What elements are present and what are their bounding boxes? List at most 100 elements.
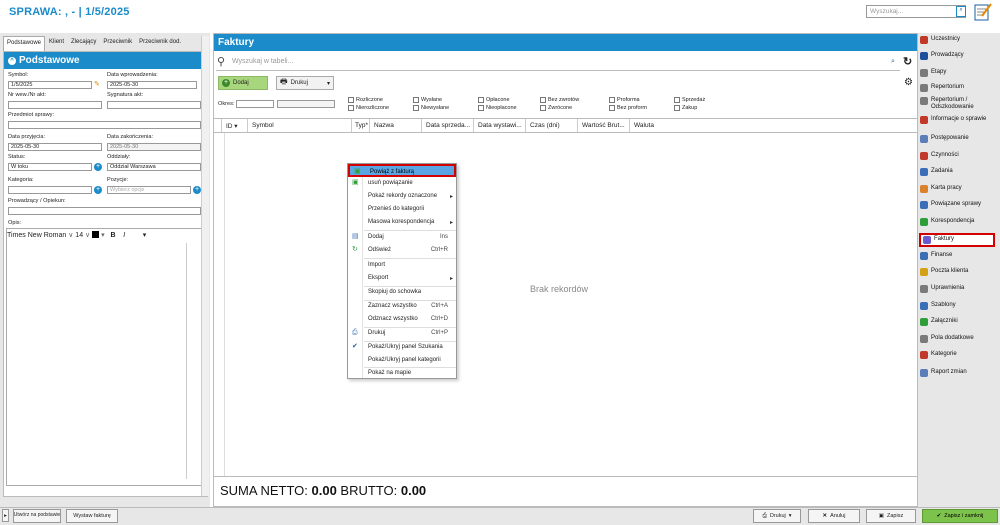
filter-nierozliczone[interactable]: Nierozliczone: [348, 105, 389, 111]
table-search-input[interactable]: Wyszukaj w tabeli...: [232, 58, 293, 65]
col-nazwa[interactable]: Nazwa: [370, 119, 422, 132]
nav-item-informacje-o-sprawie[interactable]: Informacje o sprawie: [920, 116, 1000, 124]
sygnatura-input[interactable]: [107, 101, 201, 109]
issue-invoice-button[interactable]: Wystaw fakturę: [66, 509, 118, 523]
nr-wew-input[interactable]: [8, 101, 102, 109]
filter-bez-proform[interactable]: Bez proform: [609, 105, 647, 111]
nav-item-repertorium[interactable]: Repertorium: [920, 84, 1000, 92]
okres-select[interactable]: [236, 100, 274, 108]
italic-button[interactable]: I: [123, 232, 125, 239]
nav-item-korespondencja[interactable]: Korespondencja: [920, 218, 1000, 226]
col-data-sprzedazy[interactable]: Data sprzeda...: [422, 119, 474, 132]
filter-proforma[interactable]: Proforma: [609, 97, 647, 103]
nav-item-finanse[interactable]: Finanse: [920, 252, 1000, 260]
menu-item-zaznacz[interactable]: Zaznacz wszystko Ctrl+A: [348, 300, 456, 313]
nav-item-pola-dodatkowe[interactable]: Pola dodatkowe: [920, 335, 1000, 343]
menu-item-import[interactable]: Import: [348, 259, 456, 272]
nav-item-uczestnicy[interactable]: Uczestnicy: [920, 36, 1000, 44]
print-bottom-button[interactable]: ⎙ Drukuj ▾: [753, 509, 801, 523]
filter-zakup[interactable]: Zakup: [674, 105, 705, 111]
status-select[interactable]: W toku: [8, 163, 92, 171]
tab-zlecajacy[interactable]: Zlecający: [68, 36, 100, 51]
filter-zwrocone[interactable]: Zwrócone: [540, 105, 579, 111]
left-scrollbar[interactable]: [201, 36, 209, 496]
add-button[interactable]: + Dodaj: [218, 76, 268, 90]
data-wprowadzenia-field[interactable]: 2025-05-30: [107, 81, 197, 89]
menu-item-pokaz-na-mapie[interactable]: Pokaż na mapie: [348, 367, 456, 380]
filter-oplacone[interactable]: Opłacone: [478, 97, 517, 103]
section-header[interactable]: ^ Podstawowe: [4, 52, 207, 69]
nav-item-uprawnienia[interactable]: Uprawnienia: [920, 285, 1000, 293]
col-id[interactable]: ID ▾: [222, 119, 248, 132]
nav-item-poczta-klienta[interactable]: Poczta klienta: [920, 268, 1000, 276]
filter-sprzedaz[interactable]: Sprzedaż: [674, 97, 705, 103]
menu-item-drukuj[interactable]: ⎙ Drukuj Ctrl+P: [348, 327, 456, 340]
tab-klient[interactable]: Klient: [46, 36, 68, 51]
gear-icon[interactable]: ⚙: [904, 77, 913, 88]
menu-item-przenies[interactable]: Przenieś do kategorii: [348, 203, 456, 216]
menu-item-odznacz[interactable]: Odznacz wszystko Ctrl+D: [348, 313, 456, 326]
save-close-button[interactable]: ✔ Zapisz i zamknij: [922, 509, 998, 523]
menu-item-usun-powiazanie[interactable]: ▣ usuń powiązanie: [348, 177, 456, 190]
menu-item-dodaj[interactable]: ▤ Dodaj Ins: [348, 231, 456, 244]
okres-range-select[interactable]: [277, 100, 335, 108]
nav-item-powiązane-sprawy[interactable]: Powiązane sprawy: [920, 201, 1000, 209]
nav-item-faktury[interactable]: Faktury: [919, 233, 995, 247]
menu-item-pokaz-oznaczone[interactable]: Pokaż rekordy oznaczone ▸: [348, 190, 456, 203]
symbol-select[interactable]: 1/5/2025: [8, 81, 92, 89]
col-wartosc-brutto[interactable]: Wartość Brut...: [578, 119, 630, 132]
tab-podstawowe[interactable]: Podstawowe: [3, 36, 46, 51]
prowadzacy-select[interactable]: [8, 207, 201, 215]
add-status-icon[interactable]: +: [94, 163, 102, 171]
cancel-button[interactable]: ✕ Anuluj: [808, 509, 860, 523]
kategoria-select[interactable]: [8, 186, 92, 194]
menu-item-odswiez[interactable]: ↻ Odśwież Ctrl+R: [348, 244, 456, 257]
menu-item-eksport[interactable]: Eksport ▸: [348, 272, 456, 285]
col-czas[interactable]: Czas (dni): [526, 119, 578, 132]
search-icon[interactable]: ⌕: [956, 6, 966, 17]
add-kategoria-icon[interactable]: +: [94, 186, 102, 194]
col-symbol[interactable]: Symbol: [248, 119, 352, 132]
nav-item-raport-zmian[interactable]: Raport zmian: [920, 369, 1000, 377]
bold-button[interactable]: B: [110, 232, 115, 239]
color-picker[interactable]: [92, 231, 100, 238]
create-from-button[interactable]: Utwórz na podstawie: [13, 509, 61, 523]
refresh-icon[interactable]: ↻: [903, 55, 912, 68]
tab-przeciwnik[interactable]: Przeciwnik: [100, 36, 136, 51]
filter-niewyslane[interactable]: Niewysłane: [413, 105, 449, 111]
data-zakonczenia-field[interactable]: 2025-05-30: [107, 143, 201, 151]
save-button[interactable]: ▣ Zapisz: [866, 509, 916, 523]
filter-rozliczone[interactable]: Rozliczone: [348, 97, 389, 103]
menu-item-panel-szukania[interactable]: ✔ Pokaż/Ukryj panel Szukania: [348, 341, 456, 354]
nav-item-postępowanie[interactable]: Postępowanie: [920, 135, 1000, 143]
font-select[interactable]: Times New Roman: [7, 232, 66, 239]
col-typ[interactable]: Typ*: [352, 119, 370, 132]
nav-item-etapy[interactable]: Etapy: [920, 69, 1000, 77]
menu-item-skopiuj[interactable]: Skopiuj do schowka: [348, 286, 456, 299]
tab-przeciwnik-dod[interactable]: Przeciwnik dod.: [136, 36, 185, 51]
filter-nieoplacone[interactable]: Nieopłacone: [478, 105, 517, 111]
nav-item-kategorie[interactable]: Kategorie: [920, 351, 1000, 359]
nav-item-szablony[interactable]: Szablony: [920, 302, 1000, 310]
add-pozycje-icon[interactable]: +: [193, 186, 201, 194]
nav-item-zadania[interactable]: Zadania: [920, 168, 1000, 176]
collapse-icon[interactable]: ^: [8, 56, 16, 65]
menu-item-masowa[interactable]: Masowa korespondencja ▸: [348, 216, 456, 229]
col-data-wystawienia[interactable]: Data wystawi...: [474, 119, 526, 132]
global-search-input[interactable]: Wyszukaj...: [866, 5, 966, 18]
menu-item-powiaz[interactable]: ▣ Powiąż z fakturą: [348, 164, 456, 177]
menu-item-panel-kategorii[interactable]: Pokaż/Ukryj panel kategorii: [348, 354, 456, 367]
pencil-icon[interactable]: ✎: [94, 80, 100, 88]
print-button[interactable]: 🖶 Drukuj ▾: [276, 76, 334, 90]
nav-item-prowadzący[interactable]: Prowadzący: [920, 52, 1000, 60]
table-search[interactable]: [216, 54, 900, 71]
filter-wyslane[interactable]: Wysłane: [413, 97, 449, 103]
font-size-select[interactable]: 14: [75, 232, 83, 239]
nav-item-karta-pracy[interactable]: Karta pracy: [920, 185, 1000, 193]
oddzialy-select[interactable]: Oddział Warszawa: [107, 163, 201, 171]
nav-item-czynności[interactable]: Czynności: [920, 152, 1000, 160]
search-icon[interactable]: ⌕: [891, 58, 895, 66]
col-waluta[interactable]: Waluta: [630, 119, 670, 132]
opis-editor[interactable]: [6, 228, 204, 486]
nav-item-załączniki[interactable]: Załączniki: [920, 318, 1000, 326]
